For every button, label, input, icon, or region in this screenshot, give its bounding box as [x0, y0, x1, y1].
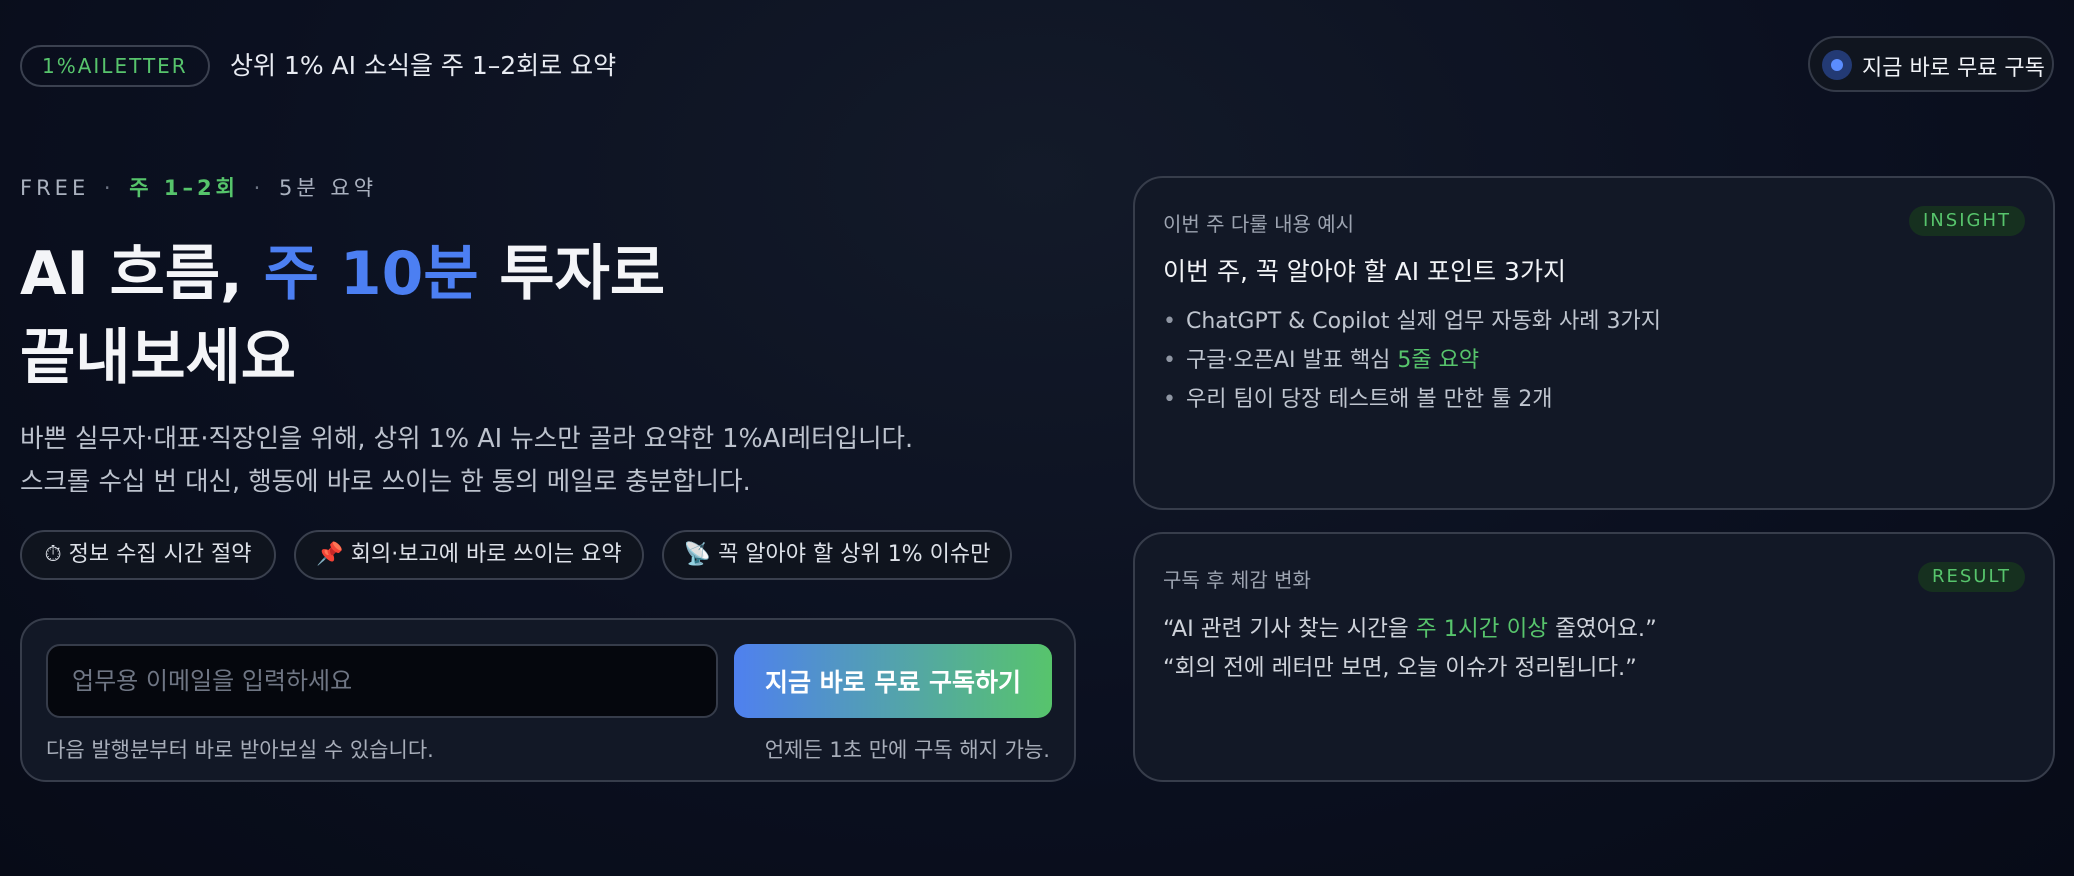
quote-highlight: 주 1시간 이상 — [1415, 616, 1548, 642]
delivery-note: 다음 발행분부터 바로 받아보실 수 있습니다. — [46, 738, 434, 762]
quote-text: “AI 관련 기사 찾는 시간을 — [1163, 616, 1416, 642]
list-item-highlight: 5줄 요약 — [1397, 348, 1480, 373]
result-badge: RESULT — [1917, 562, 2025, 592]
header-subscribe-label: 지금 바로 무료 구독 — [1862, 56, 2045, 81]
chip-label: 꼭 알아야 할 상위 1% 이슈만 — [718, 542, 991, 567]
list-item: • ChatGPT & Copilot 실제 업무 자동화 사례 3가지 — [1163, 302, 1661, 341]
result-card: 구독 후 체감 변화 RESULT “AI 관련 기사 찾는 시간을 주 1시간… — [1133, 532, 2055, 782]
headline-accent: 주 10분 — [263, 239, 479, 309]
hero-headline: AI 흐름, 주 10분 투자로 끝내보세요 — [20, 232, 720, 400]
insight-card-title: 이번 주, 꼭 알아야 할 AI 포인트 3가지 — [1163, 257, 1566, 286]
insight-list: • ChatGPT & Copilot 실제 업무 자동화 사례 3가지 • 구글·… — [1163, 302, 1661, 419]
kicker-separator: · — [253, 176, 265, 200]
header-subscribe-button[interactable]: 지금 바로 무료 구독 — [1808, 36, 2054, 92]
email-input[interactable] — [46, 644, 718, 718]
headline-line2: 끝내보세요 — [20, 323, 296, 393]
result-card-label: 구독 후 체감 변화 — [1163, 568, 1311, 592]
hero-description: 바쁜 실무자·대표·직장인을 위해, 상위 1% AI 뉴스만 골라 요약한 1… — [20, 418, 1040, 504]
pushpin-icon: 📌 — [316, 542, 344, 567]
radio-dot-icon — [1822, 50, 1852, 80]
description-line: 바쁜 실무자·대표·직장인을 위해, 상위 1% AI 뉴스만 골라 요약한 1… — [20, 424, 914, 454]
list-item: • 우리 팀이 당장 테스트해 볼 만한 툴 2개 — [1163, 380, 1661, 419]
testimonial-quotes: “AI 관련 기사 찾는 시간을 주 1시간 이상 줄였어요.” “회의 전에 … — [1163, 610, 1657, 688]
satellite-dish-icon: 📡 — [683, 542, 712, 567]
insight-badge: INSIGHT — [1909, 206, 2025, 236]
chip-time-saving: ⏱ 정보 수집 시간 절약 — [20, 530, 276, 580]
unsubscribe-note: 언제든 1초 만에 구독 해지 가능. — [764, 738, 1050, 762]
bullet-icon: • — [1163, 309, 1176, 334]
kicker-separator: · — [103, 176, 115, 200]
insight-card: 이번 주 다룰 내용 예시 INSIGHT 이번 주, 꼭 알아야 할 AI 포… — [1133, 176, 2055, 510]
headline-part: AI 흐름, — [20, 239, 264, 309]
brand-logo[interactable]: 1%AILETTER — [20, 45, 210, 87]
kicker-duration: 5분 요약 — [279, 176, 378, 200]
list-item-text: 우리 팀이 당장 테스트해 볼 만한 툴 2개 — [1185, 387, 1553, 412]
chip-label: 회의·보고에 바로 쓰이는 요약 — [350, 542, 622, 567]
kicker-free: FREE — [20, 176, 90, 200]
insight-card-label: 이번 주 다룰 내용 예시 — [1163, 212, 1355, 236]
testimonial-quote: “AI 관련 기사 찾는 시간을 주 1시간 이상 줄였어요.” — [1163, 610, 1657, 649]
list-item: • 구글·오픈AI 발표 핵심 5줄 요약 — [1163, 341, 1661, 380]
chip-top-issues: 📡 꼭 알아야 할 상위 1% 이슈만 — [662, 530, 1012, 580]
list-item-text: 구글·오픈AI 발표 핵심 — [1185, 348, 1398, 373]
headline-part: 투자로 — [478, 239, 666, 309]
chip-label: 정보 수집 시간 절약 — [68, 542, 252, 567]
quote-text: 줄였어요.” — [1547, 616, 1657, 642]
list-item-text: ChatGPT & Copilot 실제 업무 자동화 사례 3가지 — [1185, 309, 1661, 334]
subscribe-form: 지금 바로 무료 구독하기 다음 발행분부터 바로 받아보실 수 있습니다. 언… — [20, 618, 1076, 782]
stopwatch-icon: ⏱ — [44, 542, 62, 567]
bullet-icon: • — [1163, 387, 1176, 412]
top-bar: 1%AILETTER 상위 1% AI 소식을 주 1–2회로 요약 지금 바로… — [20, 36, 2054, 96]
header-tagline: 상위 1% AI 소식을 주 1–2회로 요약 — [230, 51, 617, 80]
kicker-frequency: 주 1–2회 — [129, 176, 239, 200]
chip-meeting-summary: 📌 회의·보고에 바로 쓰이는 요약 — [294, 530, 644, 580]
hero-kicker: FREE · 주 1–2회 · 5분 요약 — [20, 172, 377, 202]
subscribe-submit-button[interactable]: 지금 바로 무료 구독하기 — [734, 644, 1052, 718]
bullet-icon: • — [1163, 348, 1176, 373]
testimonial-quote: “회의 전에 레터만 보면, 오늘 이슈가 정리됩니다.” — [1163, 655, 1637, 681]
description-line: 스크롤 수십 번 대신, 행동에 바로 쓰이는 한 통의 메일로 충분합니다. — [20, 467, 751, 497]
